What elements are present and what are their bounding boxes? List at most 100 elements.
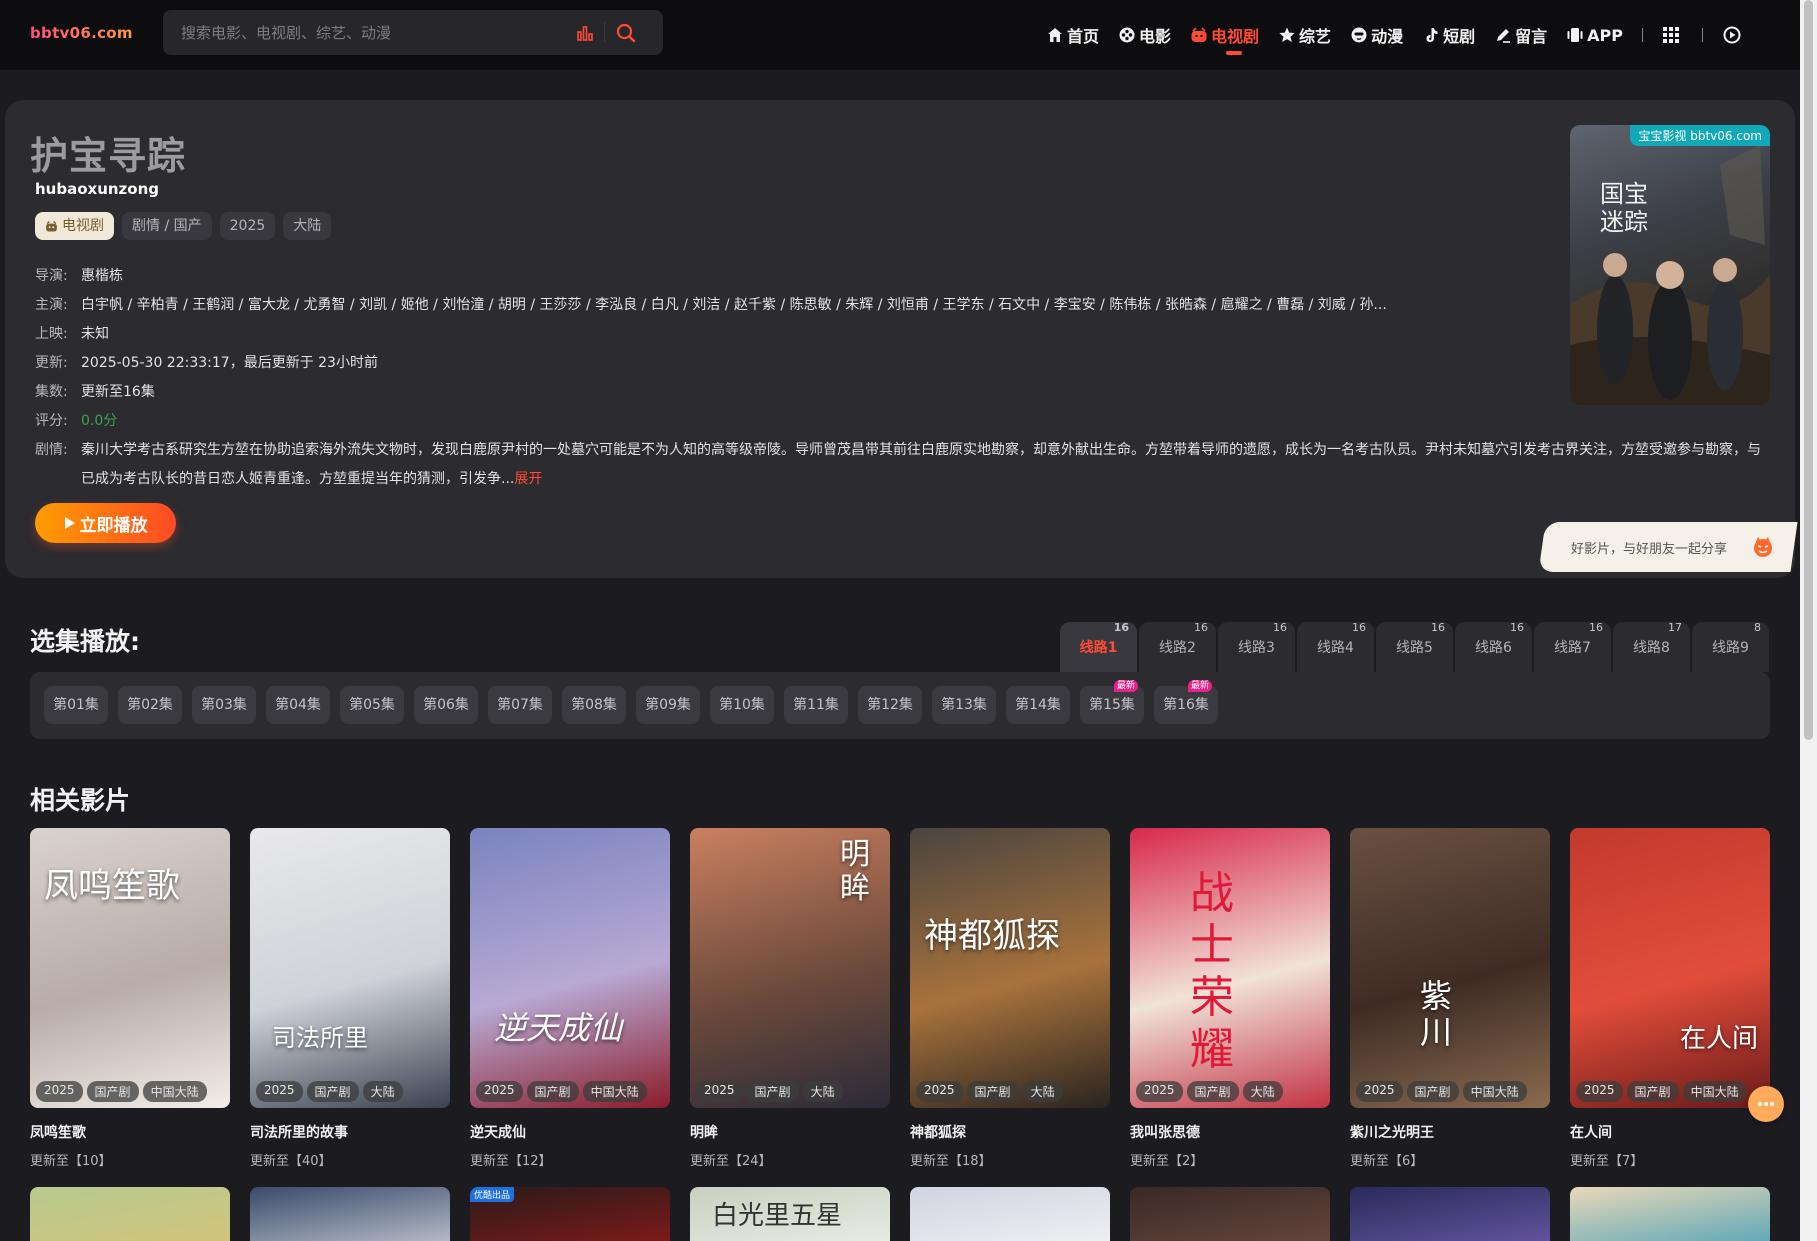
poster-meta-tag: 2025 bbox=[256, 1081, 303, 1102]
episode-button[interactable]: 第12集 bbox=[858, 686, 922, 724]
related-poster[interactable]: 在人间 2025 国产剧 中国大陆 bbox=[1570, 828, 1770, 1108]
title-pinyin: hubaoxunzong bbox=[35, 180, 160, 198]
release-label: 上映: bbox=[35, 326, 68, 342]
episode-button[interactable]: 第14集 bbox=[1006, 686, 1070, 724]
scrollbar-thumb[interactable] bbox=[1804, 0, 1813, 740]
related-poster[interactable]: 司法所里 2025 国产剧 大陆 bbox=[250, 828, 450, 1108]
chat-bubble-icon[interactable] bbox=[1748, 1086, 1784, 1122]
line-tab-2[interactable]: 线路2 16 bbox=[1139, 621, 1216, 672]
related-poster[interactable]: 紫川 2025 国产剧 中国大陆 bbox=[1350, 828, 1550, 1108]
history-play-icon[interactable] bbox=[1722, 25, 1745, 45]
nav-anime[interactable]: 动漫 bbox=[1350, 23, 1403, 47]
episode-button[interactable]: 第04集 bbox=[266, 686, 330, 724]
hot-chart-icon[interactable] bbox=[575, 23, 595, 43]
poster-meta-tag: 国产剧 bbox=[1186, 1081, 1239, 1102]
related-card[interactable]: 神都狐探 2025 国产剧 大陆 神都狐探 更新至【18】 bbox=[910, 828, 1110, 1169]
related-poster[interactable]: 白光里五星 bbox=[690, 1187, 890, 1241]
line-tab-label: 线路3 bbox=[1238, 640, 1275, 656]
nav-short-drama[interactable]: 短剧 bbox=[1422, 23, 1475, 47]
related-card[interactable]: 在人间 2025 国产剧 中国大陆在人间更新至【7】 bbox=[1570, 828, 1770, 1169]
related-title[interactable]: 在人间 bbox=[1570, 1122, 1770, 1142]
related-poster[interactable] bbox=[1570, 1187, 1770, 1241]
related-update-status: 更新至【12】 bbox=[470, 1154, 552, 1169]
related-poster[interactable] bbox=[1130, 1187, 1330, 1241]
related-poster[interactable]: 神都狐探 2025 国产剧 大陆 bbox=[910, 828, 1110, 1108]
episode-button[interactable]: 第11集 bbox=[784, 686, 848, 724]
related-card[interactable]: 战士荣耀 2025 国产剧 大陆 我叫张思德 更新至【2】 bbox=[1130, 828, 1330, 1169]
related-title[interactable]: 司法所里的故事 bbox=[250, 1122, 450, 1142]
share-mascot-icon[interactable] bbox=[1752, 536, 1774, 562]
related-grid-row2: 优酷出品白光里五星 bbox=[30, 1187, 1770, 1241]
episode-button[interactable]: 第02集 bbox=[118, 686, 182, 724]
line-tab-9[interactable]: 线路9 8 bbox=[1692, 621, 1769, 672]
director-label: 导演: bbox=[35, 268, 68, 284]
genre-tag[interactable]: 剧情 / 国产 bbox=[122, 212, 212, 240]
search-input[interactable] bbox=[181, 22, 561, 44]
expand-plot-link[interactable]: 展开 bbox=[514, 471, 542, 487]
related-card[interactable]: 司法所里 2025 国产剧 大陆 司法所里的故事 更新至【40】 bbox=[250, 828, 450, 1169]
related-poster[interactable]: 逆天成仙 2025 国产剧 中国大陆 bbox=[470, 828, 670, 1108]
line-tab-3[interactable]: 线路3 16 bbox=[1218, 621, 1295, 672]
episode-button[interactable]: 第16集 最新 bbox=[1154, 680, 1218, 724]
poster-meta: 2025 国产剧 大陆 bbox=[1136, 1081, 1287, 1102]
line-tab-7[interactable]: 线路7 16 bbox=[1534, 621, 1611, 672]
episode-button[interactable]: 第08集 bbox=[562, 686, 626, 724]
episode-button[interactable]: 第15集 最新 bbox=[1080, 680, 1144, 724]
year-tag[interactable]: 2025 bbox=[219, 212, 276, 240]
play-now-button[interactable]: 立即播放 bbox=[35, 503, 176, 543]
related-poster[interactable] bbox=[250, 1187, 450, 1241]
related-card[interactable]: 明眸 2025 国产剧 大陆 明眸 更新至【24】 bbox=[690, 828, 890, 1169]
episodes-value: 更新至16集 bbox=[81, 384, 155, 400]
related-poster[interactable]: 优酷出品 bbox=[470, 1187, 670, 1241]
poster-artwork-title: 白光里五星 bbox=[712, 1201, 843, 1231]
nav-home[interactable]: 首页 bbox=[1046, 23, 1099, 47]
episode-button[interactable]: 第10集 bbox=[710, 686, 774, 724]
line-tab-8[interactable]: 线路8 17 bbox=[1613, 621, 1690, 672]
line-tab-1[interactable]: 线路1 16 bbox=[1060, 621, 1137, 672]
line-tab-4[interactable]: 线路4 16 bbox=[1297, 621, 1374, 672]
line-episode-count: 16 bbox=[1194, 621, 1208, 634]
related-poster[interactable]: 明眸 2025 国产剧 大陆 bbox=[690, 828, 890, 1108]
episode-button[interactable]: 第06集 bbox=[414, 686, 478, 724]
director-value[interactable]: 惠楷栋 bbox=[81, 262, 1765, 291]
related-poster[interactable]: 凤鸣笙歌 2025 国产剧 中国大陆 bbox=[30, 828, 230, 1108]
related-poster[interactable] bbox=[910, 1187, 1110, 1241]
related-poster[interactable]: 战士荣耀 2025 国产剧 大陆 bbox=[1130, 828, 1330, 1108]
episode-button[interactable]: 第07集 bbox=[488, 686, 552, 724]
main-poster[interactable]: 国宝迷踪 宝宝影视 bbtv06.com bbox=[1570, 125, 1770, 405]
nav-variety[interactable]: 综艺 bbox=[1278, 23, 1331, 47]
related-title[interactable]: 凤鸣笙歌 bbox=[30, 1122, 230, 1142]
region-tag[interactable]: 大陆 bbox=[283, 212, 332, 240]
cast-value[interactable]: 白宇帆 / 辛柏青 / 王鹤润 / 富大龙 / 尤勇智 / 刘凯 / 姬他 / … bbox=[81, 291, 1765, 320]
episode-button[interactable]: 第09集 bbox=[636, 686, 700, 724]
score-row: 评分: 0.0分 bbox=[35, 407, 1765, 436]
episode-button[interactable]: 第03集 bbox=[192, 686, 256, 724]
type-tag[interactable]: 电视剧 bbox=[35, 212, 114, 240]
nav-app[interactable]: APP bbox=[1566, 26, 1623, 45]
episodes-row: 集数: 更新至16集 bbox=[35, 378, 1765, 407]
related-title[interactable]: 逆天成仙 bbox=[470, 1122, 670, 1142]
nav-tv[interactable]: 电视剧 bbox=[1190, 23, 1259, 55]
line-tab-6[interactable]: 线路6 16 bbox=[1455, 621, 1532, 672]
poster-producer-badge: 优酷出品 bbox=[470, 1187, 515, 1202]
nav-message[interactable]: 留言 bbox=[1494, 23, 1547, 47]
related-poster[interactable] bbox=[30, 1187, 230, 1241]
related-title[interactable]: 我叫张思德 bbox=[1130, 1122, 1330, 1142]
related-update-status: 更新至【7】 bbox=[1570, 1154, 1644, 1169]
grid-menu-icon[interactable] bbox=[1662, 26, 1683, 44]
site-logo[interactable]: bbtv06.com bbox=[30, 24, 133, 42]
nav-movie[interactable]: 电影 bbox=[1118, 23, 1171, 47]
related-title[interactable]: 明眸 bbox=[690, 1122, 890, 1142]
related-poster[interactable] bbox=[1350, 1187, 1550, 1241]
poster-meta: 2025 国产剧 中国大陆 bbox=[476, 1081, 651, 1102]
episode-button[interactable]: 第05集 bbox=[340, 686, 404, 724]
line-tab-5[interactable]: 线路5 16 bbox=[1376, 621, 1453, 672]
episode-button[interactable]: 第01集 bbox=[44, 686, 108, 724]
search-icon[interactable] bbox=[614, 21, 638, 45]
related-title[interactable]: 紫川之光明王 bbox=[1350, 1122, 1550, 1142]
related-title[interactable]: 神都狐探 bbox=[910, 1122, 1110, 1142]
episode-button[interactable]: 第13集 bbox=[932, 686, 996, 724]
related-card[interactable]: 紫川 2025 国产剧 中国大陆 紫川之光明王 更新至【6】 bbox=[1350, 828, 1550, 1169]
related-card[interactable]: 逆天成仙 2025 国产剧 中国大陆逆天成仙更新至【12】 bbox=[470, 828, 670, 1169]
related-card[interactable]: 凤鸣笙歌 2025 国产剧 中国大陆 凤鸣笙歌 更新至【10】 bbox=[30, 828, 230, 1169]
